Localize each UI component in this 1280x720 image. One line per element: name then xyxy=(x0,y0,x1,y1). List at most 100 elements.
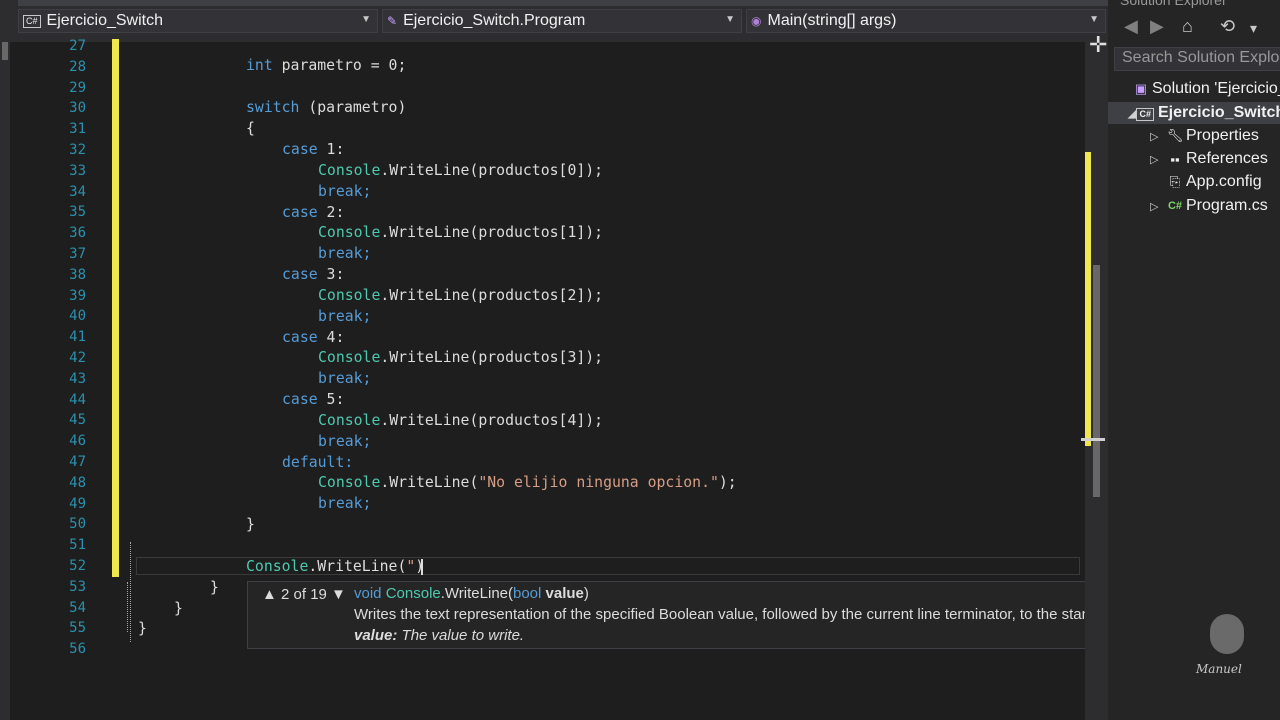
writeline-statement: Console.WriteLine(productos[4]); xyxy=(318,412,604,429)
line-number: 39 xyxy=(69,287,86,304)
code-line-54: } xyxy=(174,600,183,617)
document-tab-strip xyxy=(18,0,1108,6)
line-number: 50 xyxy=(69,516,86,533)
line-number: 41 xyxy=(69,329,86,346)
case-label: case 1: xyxy=(282,141,345,158)
change-indicator-bar xyxy=(112,39,119,577)
writeline-statement: Console.WriteLine(productos[1]); xyxy=(318,224,604,241)
home-icon[interactable]: ⌂ xyxy=(1182,16,1193,37)
outline-guide xyxy=(130,542,131,642)
chevron-down-icon: ▼ xyxy=(361,14,371,25)
line-number: 37 xyxy=(69,246,86,262)
csharp-icon: C# xyxy=(23,14,41,28)
member-dropdown[interactable]: ◉ Main(string[] args) ▼ xyxy=(746,9,1106,33)
line-number: 36 xyxy=(69,225,86,242)
line-number: 29 xyxy=(69,79,86,96)
solution-icon: ▣ xyxy=(1134,81,1148,96)
line-number: 56 xyxy=(69,641,86,658)
tree-item-app-config[interactable]: ⎘ App.config xyxy=(1164,173,1262,191)
line-number: 45 xyxy=(69,412,86,429)
code-line-53: } xyxy=(210,579,219,596)
code-line-28: int parametro = 0; xyxy=(246,57,407,74)
project-dropdown[interactable]: C# Ejercicio_Switch ▼ xyxy=(18,9,378,33)
case-label: case 4: xyxy=(282,329,345,346)
code-line-50: } xyxy=(246,516,255,533)
left-margin-strip xyxy=(0,42,10,720)
default-label: default: xyxy=(282,454,354,471)
tree-item-project[interactable]: ◢ C# Ejercicio_Switch xyxy=(1108,102,1280,124)
parameter-description: value: The value to write. xyxy=(354,627,525,644)
wrench-icon: 🔧︎ xyxy=(1166,128,1184,143)
project-dropdown-label: Ejercicio_Switch xyxy=(46,12,163,29)
line-number: 48 xyxy=(69,474,86,491)
tree-item-program-cs[interactable]: ▷ C# Program.cs xyxy=(1150,197,1268,215)
collapse-arrow-icon[interactable]: ▷ xyxy=(1150,130,1164,143)
line-number: 40 xyxy=(69,308,86,325)
collapse-arrow-icon[interactable]: ▷ xyxy=(1150,200,1164,213)
line-number: 32 xyxy=(69,142,86,158)
writeline-statement: Console.WriteLine(productos[3]); xyxy=(318,349,604,366)
writeline-statement: Console.WriteLine(productos[0]); xyxy=(318,162,604,179)
watermark-text: Manuel xyxy=(1196,662,1242,676)
avatar xyxy=(1210,614,1244,654)
line-number: 31 xyxy=(69,121,86,138)
break-statement: break; xyxy=(318,433,372,450)
overload-navigator[interactable]: ▲ 2 of 19 ▼ xyxy=(262,586,346,603)
line-number: 35 xyxy=(69,204,86,221)
sync-icon[interactable]: ▾ xyxy=(1250,20,1257,37)
line-number: 53 xyxy=(69,578,86,595)
method-icon: ◉ xyxy=(751,14,762,28)
case-label: case 3: xyxy=(282,266,345,283)
line-number: 55 xyxy=(69,620,86,637)
history-icon[interactable]: ⟲ xyxy=(1220,16,1235,37)
config-icon: ⎘ xyxy=(1169,174,1181,189)
editor-vertical-scrollbar[interactable]: ✛ xyxy=(1081,32,1108,720)
chevron-down-icon: ▼ xyxy=(1089,14,1099,25)
back-icon[interactable]: ◀ xyxy=(1124,16,1138,37)
code-line-30: switch (parametro) xyxy=(246,99,407,116)
line-number: 49 xyxy=(69,495,86,512)
line-number: 34 xyxy=(69,183,86,200)
break-statement: break; xyxy=(318,370,372,387)
line-number: 46 xyxy=(69,433,86,450)
class-icon: ✎ xyxy=(387,14,398,28)
split-plus-icon[interactable]: ✛ xyxy=(1089,32,1107,58)
line-number: 30 xyxy=(69,100,86,117)
margin-thumb xyxy=(2,42,8,60)
line-number: 42 xyxy=(69,350,86,366)
chevron-down-icon: ▼ xyxy=(725,14,735,25)
member-dropdown-label: Main(string[] args) xyxy=(767,12,897,29)
text-caret xyxy=(421,559,423,575)
collapse-arrow-icon[interactable]: ▷ xyxy=(1150,153,1164,166)
tree-item-solution[interactable]: ▣ Solution 'Ejercicio_Switch' xyxy=(1130,80,1280,98)
caret-position-marker xyxy=(1081,438,1105,441)
expand-arrow-icon[interactable]: ◢ xyxy=(1128,107,1136,120)
watermark-logo: Manuel xyxy=(1192,612,1256,680)
line-number: 27 xyxy=(69,38,86,54)
change-marker xyxy=(1085,152,1091,446)
line-number: 51 xyxy=(69,537,86,554)
class-dropdown-label: Ejercicio_Switch.Program xyxy=(403,12,586,29)
writeline-statement: Console.WriteLine("No elijio ninguna opc… xyxy=(318,474,737,491)
forward-icon[interactable]: ▶ xyxy=(1150,16,1164,37)
break-statement: break; xyxy=(318,495,372,512)
panel-title: Solution Explorer xyxy=(1120,0,1227,8)
class-dropdown[interactable]: ✎ Ejercicio_Switch.Program ▼ xyxy=(382,9,742,33)
scrollbar-thumb[interactable] xyxy=(1093,265,1100,497)
line-number: 28 xyxy=(69,58,86,75)
line-number: 33 xyxy=(69,162,86,179)
csharp-project-icon: C# xyxy=(1136,105,1154,121)
break-statement: break; xyxy=(318,308,372,325)
solution-toolbar: ◀ ▶ ⌂ ⟲ ▾ xyxy=(1108,12,1280,42)
tree-item-properties[interactable]: ▷ 🔧︎ Properties xyxy=(1150,127,1259,145)
code-line-55: } xyxy=(138,620,147,637)
break-statement: break; xyxy=(318,245,372,262)
case-label: case 5: xyxy=(282,391,345,408)
csharp-file-icon: C# xyxy=(1167,200,1183,212)
line-number: 54 xyxy=(69,599,86,616)
search-input[interactable]: Search Solution Explorer xyxy=(1114,47,1280,71)
code-line-52: Console.WriteLine(") xyxy=(246,558,425,575)
outline-guide xyxy=(127,582,128,632)
tree-item-references[interactable]: ▷ ▪▪ References xyxy=(1150,150,1268,168)
line-number: 44 xyxy=(69,391,86,408)
